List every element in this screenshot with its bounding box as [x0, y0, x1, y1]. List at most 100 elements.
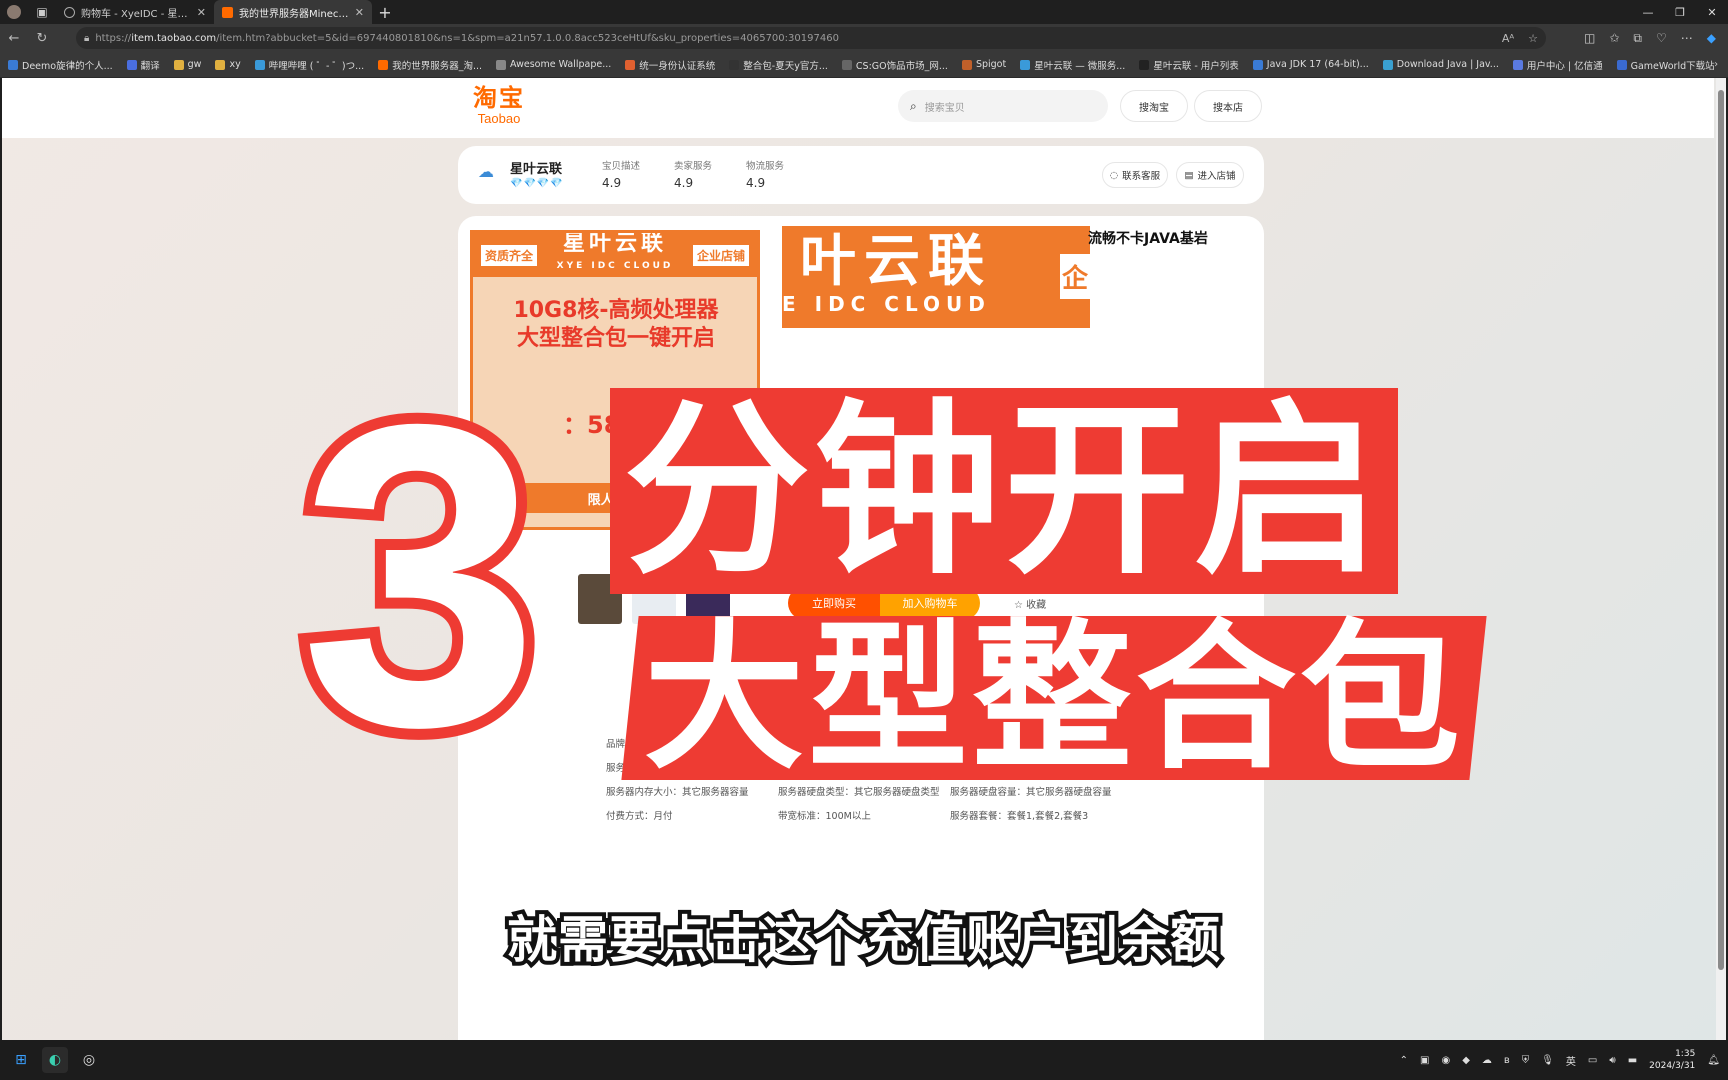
ime-indicator[interactable]: 英	[1566, 1053, 1576, 1068]
close-tab-icon[interactable]: ✕	[355, 6, 364, 19]
tray-app-icon[interactable]: ▣	[1420, 1055, 1429, 1066]
back-icon[interactable]: ←	[0, 31, 28, 46]
bookmark-item[interactable]: Awesome Wallpape...	[496, 59, 611, 70]
image-brand: 星叶云联 XYE IDC CLOUD	[556, 231, 674, 271]
tray-expand-icon[interactable]: ⌃	[1400, 1055, 1408, 1066]
product-title: 流畅不卡JAVA基岩	[1088, 231, 1208, 247]
close-window-icon[interactable]: ✕	[1696, 0, 1728, 24]
bookmark-icon	[729, 59, 740, 70]
image-banner: 资质齐全 星叶云联 XYE IDC CLOUD 企业店铺	[473, 233, 757, 277]
clock[interactable]: 1:35 2024/3/31	[1649, 1048, 1695, 1072]
onedrive-icon[interactable]: ☁	[1482, 1055, 1492, 1066]
tab-taobao-item[interactable]: 我的世界服务器Minecraft服务器 ✕	[214, 0, 372, 24]
rating-logistics: 物流服务 4.9	[746, 161, 785, 190]
bookmark-label: 整合包-夏天y官方...	[743, 60, 828, 72]
image-tag-left: 资质齐全	[481, 244, 538, 266]
split-screen-icon[interactable]: ◫	[1584, 31, 1595, 45]
bookmark-label: 用户中心 | 亿信通	[1526, 60, 1603, 72]
bookmark-label: Awesome Wallpape...	[510, 59, 612, 70]
page-scrollbar[interactable]	[1716, 78, 1726, 1040]
tab-actions-icon[interactable]: ▣	[28, 0, 56, 24]
security-icon[interactable]: ⛨	[1522, 1055, 1530, 1066]
taobao-logo[interactable]: 淘宝 Taobao	[464, 86, 534, 126]
bookmark-icon	[1252, 59, 1263, 70]
scrollbar-thumb[interactable]	[1718, 90, 1724, 970]
restore-icon[interactable]: ❐	[1664, 0, 1696, 24]
bookmark-icon	[961, 59, 972, 70]
bookmark-item[interactable]: Java JDK 17 (64-bit)...	[1252, 59, 1369, 70]
bookmark-item[interactable]: 翻译	[126, 58, 160, 72]
spec-item: 服务器套餐：套餐1,套餐2,套餐3	[950, 811, 1089, 822]
close-tab-icon[interactable]: ✕	[197, 6, 206, 19]
bookmark-item[interactable]: Deemo旋律的个人...	[8, 58, 113, 72]
contact-service-button[interactable]: ◌ 联系客服	[1102, 162, 1168, 188]
store-icon: ▤	[1184, 169, 1194, 181]
bookmark-item[interactable]: 星叶云联 - 用户列表	[1139, 58, 1239, 72]
search-icon: ⌕	[910, 98, 917, 113]
edge-browser-icon[interactable]: ◐	[42, 1047, 68, 1073]
microphone-icon[interactable]: 🎙︎	[1541, 1055, 1554, 1066]
enter-store-button[interactable]: ▤ 进入店铺	[1176, 162, 1244, 188]
bookmark-label: 星叶云联 - 用户列表	[1153, 60, 1239, 72]
search-taobao-button[interactable]: 搜淘宝	[1120, 90, 1188, 122]
bookmark-item[interactable]: gw	[173, 59, 202, 70]
collections-icon[interactable]: ⧉	[1633, 31, 1642, 46]
volume-icon[interactable]: 🔊︎	[1609, 1055, 1615, 1066]
url-field[interactable]: 🔒︎ https://item.taobao.com/item.htm?abbu…	[76, 27, 1546, 49]
bookmark-item[interactable]: Spigot	[961, 59, 1006, 70]
spec-item: 带宽标准：100M以上	[778, 811, 871, 822]
search-input[interactable]: ⌕ 搜索宝贝	[898, 90, 1108, 122]
bookmark-item[interactable]: 用户中心 | 亿信通	[1512, 58, 1603, 72]
store-bar: ☁ 星叶云联 💎💎💎💎 宝贝描述 4.9 卖家服务 4.9 物流服务 4.9 ◌ 联系客…	[458, 146, 1264, 204]
tray-app-icon[interactable]: ◆	[1462, 1055, 1470, 1066]
more-icon[interactable]: ⋯	[1681, 31, 1693, 45]
store-logo-icon[interactable]: ☁	[472, 162, 500, 190]
read-aloud-icon[interactable]: Aᴬ	[1502, 32, 1514, 45]
steam-icon[interactable]: ◉	[1441, 1055, 1450, 1066]
bookmark-item[interactable]: Download Java | Jav...	[1382, 59, 1499, 70]
bookmarks-overflow-icon[interactable]: ›	[1714, 59, 1718, 70]
extensions-icon[interactable]: ♡	[1656, 31, 1667, 45]
bookmark-item[interactable]: 星叶云联 — 微服务...	[1020, 58, 1125, 72]
bookmark-icon	[1382, 59, 1393, 70]
bookmark-item[interactable]: 统一身份认证系统	[625, 58, 715, 72]
recorder-app-icon[interactable]: ◎	[76, 1047, 102, 1073]
bookmark-item[interactable]: 我的世界服务器_淘...	[378, 58, 482, 72]
copilot-icon[interactable]: ◆	[1707, 31, 1716, 45]
product-preview-image: 叶云联 E IDC CLOUD 企	[782, 226, 1090, 328]
headset-icon: ◌	[1109, 169, 1119, 181]
rating-service: 卖家服务 4.9	[674, 161, 713, 190]
bookmark-icon	[496, 59, 506, 70]
bookmark-label: 统一身份认证系统	[639, 60, 716, 72]
tab-title: 我的世界服务器Minecraft服务器	[239, 8, 349, 20]
bookmark-icon	[1139, 59, 1150, 70]
image-tag-right: 企业店铺	[692, 244, 749, 266]
bookmark-item[interactable]: GameWorld下载站	[1616, 58, 1715, 72]
bookmark-label: 翻译	[140, 60, 160, 72]
favorite-star-icon[interactable]: ☆	[1528, 32, 1538, 45]
tab-title: 购物车 - XyeIDC - 星叶云联	[81, 8, 191, 20]
refresh-icon[interactable]: ↻	[28, 31, 56, 46]
bookmark-icon	[1020, 59, 1031, 70]
overlay-headline: 分钟开启	[610, 388, 1399, 594]
bookmark-item[interactable]: CS:GO饰品市场_网...	[841, 58, 948, 72]
bookmarks-bar: Deemo旋律的个人... 翻译 gw xy 哔哩哔哩 ( ゜- ゜)つ... 我的世界服…	[0, 52, 1728, 78]
battery-icon[interactable]: ▬	[1628, 1055, 1637, 1066]
store-name[interactable]: 星叶云联	[510, 158, 562, 177]
bookmark-item[interactable]: 整合包-夏天y官方...	[729, 58, 828, 72]
favorites-icon[interactable]: ✩	[1609, 31, 1619, 45]
notification-icon[interactable]: 🔔︎	[1707, 1055, 1720, 1066]
tab-cart[interactable]: 购物车 - XyeIDC - 星叶云联 ✕	[56, 0, 214, 24]
bookmark-label: gw	[187, 59, 202, 70]
bookmark-item[interactable]: 哔哩哔哩 ( ゜- ゜)つ...	[254, 58, 364, 72]
bookmark-item[interactable]: xy	[215, 59, 241, 70]
bluetooth-icon[interactable]: ʙ	[1504, 1055, 1510, 1066]
new-tab-icon[interactable]: +	[372, 3, 398, 22]
minimize-icon[interactable]: —	[1632, 0, 1664, 24]
profile-avatar-icon[interactable]	[0, 0, 28, 24]
search-store-button[interactable]: 搜本店	[1194, 90, 1262, 122]
windows-start-icon[interactable]: ⊞	[8, 1047, 34, 1073]
address-bar: ← ↻ 🔒︎ https://item.taobao.com/item.htm?…	[0, 24, 1728, 52]
window-controls: — ❐ ✕	[1632, 0, 1728, 24]
network-icon[interactable]: ▭	[1588, 1055, 1597, 1066]
